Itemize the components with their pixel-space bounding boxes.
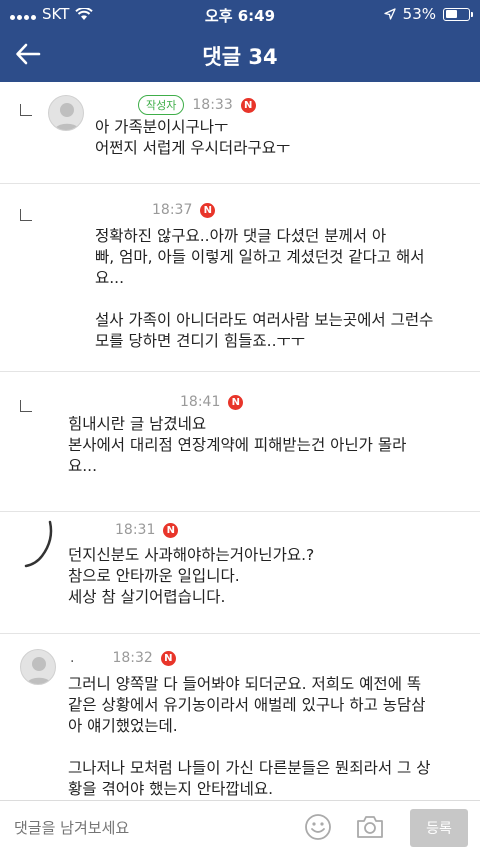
new-badge-icon: N (163, 522, 179, 538)
comment-meta: 작성자 18:33 N (138, 95, 256, 115)
page-title: 댓글 34 (202, 45, 278, 69)
new-badge-icon: N (228, 394, 244, 410)
comment-meta: . 18:32 N (70, 650, 176, 666)
battery-percent: 53% (402, 5, 436, 23)
avatar[interactable] (20, 520, 60, 570)
comment-text: 정확하진 않구요..아까 댓글 다셨던 분께서 아 빠, 엄마, 아들 이렇게 … (95, 227, 434, 350)
comment-meta: 18:37 N (152, 202, 216, 218)
comment-list[interactable]: 작성자 18:33 N 아 가족분이시구나ㅜ 어쩐지 서럽게 우시더라구요ㅜ 1… (0, 82, 480, 800)
comment-item: 18:31 N 던지신분도 사과해야하는거아닌가요.? 참으로 안타까운 일입니… (0, 512, 480, 634)
comment-author: . (70, 650, 75, 666)
comment-text: 아 가족분이시구나ㅜ 어쩐지 서럽게 우시더라구요ㅜ (95, 118, 291, 157)
comment-time: 18:41 (180, 394, 221, 410)
location-arrow-icon (384, 8, 396, 20)
camera-icon[interactable] (355, 813, 385, 841)
comment-input[interactable] (14, 819, 284, 837)
comment-item: 작성자 18:33 N 아 가족분이시구나ㅜ 어쩐지 서럽게 우시더라구요ㅜ (0, 82, 480, 184)
comment-time: 18:32 (112, 650, 153, 666)
new-badge-icon: N (240, 97, 256, 113)
reply-indicator-icon (20, 400, 32, 412)
submit-button[interactable]: 등록 (410, 809, 468, 847)
reply-indicator-icon (20, 104, 32, 116)
comment-text: 그러니 양쪽말 다 들어봐야 되더군요. 저희도 예전에 똑 같은 상황에서 유… (68, 675, 431, 798)
status-bar: SKT 오후 6:49 53% (0, 0, 480, 26)
author-badge: 작성자 (138, 95, 185, 115)
avatar[interactable] (20, 649, 56, 685)
comment-time: 18:33 (192, 97, 233, 113)
comment-text: 힘내시란 글 남겼네요 본사에서 대리점 연장계약에 피해받는건 아닌가 몰라 … (68, 415, 407, 475)
comment-item: 18:37 N 정확하진 않구요..아까 댓글 다셨던 분께서 아 빠, 엄마,… (0, 184, 480, 372)
comment-text: 던지신분도 사과해야하는거아닌가요.? 참으로 안타까운 일입니다. 세상 참 … (68, 546, 315, 606)
comment-item: 18:41 N 힘내시란 글 남겼네요 본사에서 대리점 연장계약에 피해받는건… (0, 372, 480, 512)
comment-time: 18:37 (152, 202, 193, 218)
avatar[interactable] (48, 95, 84, 131)
status-right: 53% (384, 5, 473, 23)
battery-icon (443, 7, 473, 21)
new-badge-icon: N (160, 650, 176, 666)
emoji-icon[interactable] (304, 813, 332, 841)
reply-indicator-icon (20, 209, 32, 221)
comment-time: 18:31 (115, 522, 156, 538)
comment-meta: 18:31 N (115, 522, 179, 538)
new-badge-icon: N (200, 202, 216, 218)
app-header: 댓글 34 (0, 26, 480, 82)
comment-item: . 18:32 N 그러니 양쪽말 다 들어봐야 되더군요. 저희도 예전에 똑… (0, 634, 480, 800)
comment-meta: 18:41 N (180, 394, 244, 410)
comment-input-bar: 등록 (0, 800, 480, 855)
